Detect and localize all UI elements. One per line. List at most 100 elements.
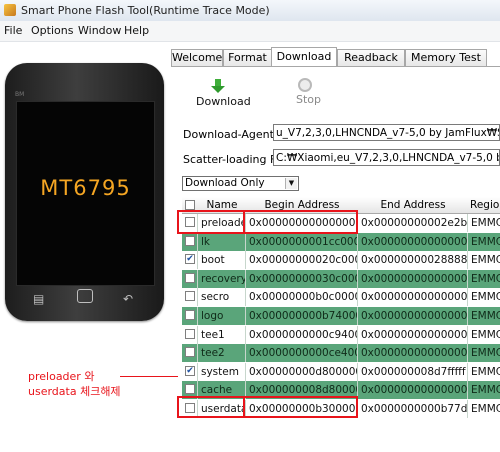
end-address: 0x0000000000b77d0153 [358, 400, 468, 418]
row-checkbox[interactable] [185, 384, 195, 395]
table-row[interactable]: ✔ boot 0x00000000020c0000 0x00000000028888f… [182, 251, 500, 270]
region: EMMC_US [468, 307, 500, 325]
end-address: 0x00000000028888ff [358, 251, 468, 270]
row-checkbox[interactable] [185, 310, 195, 320]
region: EMMC_US [468, 251, 500, 269]
menu-key-icon: ▤ [33, 292, 45, 306]
annotation-pointer [120, 376, 178, 377]
tab-memory-test[interactable]: Memory Test [405, 49, 487, 66]
partition-name: tee2 [198, 344, 246, 363]
row-checkbox-cell [182, 288, 198, 307]
begin-address: 0x00000000b0c0000 [246, 288, 358, 307]
download-button[interactable]: Download [196, 95, 251, 108]
menu-help[interactable]: Help [124, 24, 149, 37]
partition-name: tee1 [198, 325, 246, 344]
row-checkbox-cell: ✔ [182, 362, 198, 381]
header-end-address[interactable]: End Address [358, 197, 469, 214]
table-row[interactable]: lk0x0000000001cc00000x0000000000000000EM… [182, 232, 500, 251]
annotation-line-2: userdata 체크해제 [28, 385, 121, 398]
row-checkbox-cell [182, 307, 198, 325]
end-address: 0x0000000000000000 [358, 344, 468, 363]
chevron-down-icon[interactable]: ▼ [285, 178, 297, 189]
row-checkbox[interactable] [185, 347, 195, 358]
table-row[interactable]: recovery 0x00000000030c0000 0x000000000000… [182, 269, 500, 288]
region: EMMC_US [468, 288, 500, 306]
tab-format[interactable]: Format [223, 49, 272, 66]
region: EMMC_US [468, 270, 500, 288]
phone-brand: BM [15, 91, 25, 98]
partition-name: lk [198, 232, 246, 251]
begin-address: 0x0000000001cc0000 [246, 232, 358, 251]
row-checkbox[interactable]: ✔ [185, 254, 195, 265]
table-row[interactable]: tee10x0000000000c9400000x000000000000000… [182, 325, 500, 344]
end-address: 0x0000000000000000 [358, 307, 468, 325]
menu-options[interactable]: Options [31, 24, 73, 37]
home-key-icon [77, 289, 93, 303]
begin-address: 0x0000000000ce40000 [246, 344, 358, 363]
scatter-file-field[interactable]: C:₩Xiaomi,eu_V7,2,3,0,LHNCNDA_v7-5,0 by … [273, 149, 500, 166]
end-address: 0x0000000000000000 [358, 269, 468, 288]
tab-readback[interactable]: Readback [337, 49, 405, 66]
end-address: 0x000000008d7fffff [358, 362, 468, 381]
row-checkbox[interactable] [185, 291, 195, 302]
begin-address: 0x00000000030c0000 [246, 269, 358, 288]
region: EMMC_US [468, 326, 500, 344]
partition-name: secro [198, 288, 246, 307]
region: EMMC_BO [468, 214, 500, 232]
begin-address: 0x000000000b740000 [246, 307, 358, 325]
window-title: Smart Phone Flash Tool(Runtime Trace Mod… [21, 4, 270, 17]
row-checkbox[interactable] [185, 235, 195, 246]
table-row[interactable]: ✔ system 0x00000000d800000 0x000000008d7fff… [182, 362, 500, 381]
partition-name: recovery [198, 269, 246, 288]
end-address: 0x0000000000000000 [358, 325, 468, 344]
menu-bar: File Options Window Help [0, 21, 500, 42]
phone-illustration: BM MT6795 ▤ ↶ [5, 63, 164, 321]
download-arrow-icon[interactable] [210, 78, 226, 94]
download-agent-field[interactable]: u_V7,2,3,0,LHNCNDA_v7-5,0 by JamFlux₩SP-… [273, 124, 500, 141]
region: EMMC_US [468, 363, 500, 381]
row-checkbox-cell [182, 269, 198, 288]
userdata-highlight [177, 396, 245, 418]
end-address: 0x0000000000000000 [358, 288, 468, 307]
stop-icon[interactable] [298, 78, 312, 92]
row-checkbox-cell [182, 325, 198, 344]
table-row[interactable]: logo0x000000000b7400000x0000000000000000… [182, 307, 500, 325]
annotation-note: preloader 와 userdata 체크해제 [28, 369, 121, 399]
tab-divider [171, 66, 500, 67]
userdata-address-highlight [244, 396, 358, 418]
begin-address: 0x00000000d800000 [246, 362, 358, 381]
tab-download[interactable]: Download [271, 47, 337, 66]
download-mode-value: Download Only [185, 177, 265, 189]
preloader-address-highlight [244, 210, 358, 234]
annotation-line-1: preloader 와 [28, 370, 95, 383]
end-address: 0x0000000000000000 [358, 381, 468, 400]
download-mode-select[interactable]: Download Only ▼ [182, 176, 299, 191]
begin-address: 0x00000000020c0000 [246, 251, 358, 270]
menu-window[interactable]: Window [78, 24, 121, 37]
title-bar: Smart Phone Flash Tool(Runtime Trace Mod… [0, 0, 500, 22]
row-checkbox-cell: ✔ [182, 251, 198, 270]
phone-screen: MT6795 [16, 101, 155, 286]
row-checkbox-cell [182, 344, 198, 363]
header-region[interactable]: Region [468, 197, 500, 214]
end-address: 0x00000000002e2b3 [358, 214, 468, 232]
tab-bar: Welcome Format Download Readback Memory … [171, 47, 500, 67]
tab-welcome[interactable]: Welcome [171, 49, 223, 66]
stop-button[interactable]: Stop [296, 93, 321, 106]
end-address: 0x0000000000000000 [358, 232, 468, 251]
region: EMMC_US [468, 344, 500, 362]
table-row[interactable]: tee20x0000000000ce400000x000000000000000… [182, 344, 500, 363]
region: EMMC_US [468, 400, 500, 418]
table-row[interactable]: secro0x00000000b0c00000x0000000000000000… [182, 288, 500, 307]
back-key-icon: ↶ [123, 292, 134, 306]
select-all-checkbox[interactable] [185, 200, 195, 210]
row-checkbox[interactable] [185, 272, 195, 283]
download-agent-label: Download-Agent [183, 128, 274, 141]
row-checkbox-cell [182, 232, 198, 251]
chip-label: MT6795 [40, 176, 131, 200]
row-checkbox[interactable]: ✔ [185, 365, 195, 376]
partition-name: boot [198, 251, 246, 270]
menu-file[interactable]: File [4, 24, 22, 37]
partition-name: system [198, 362, 246, 381]
row-checkbox[interactable] [185, 328, 195, 339]
